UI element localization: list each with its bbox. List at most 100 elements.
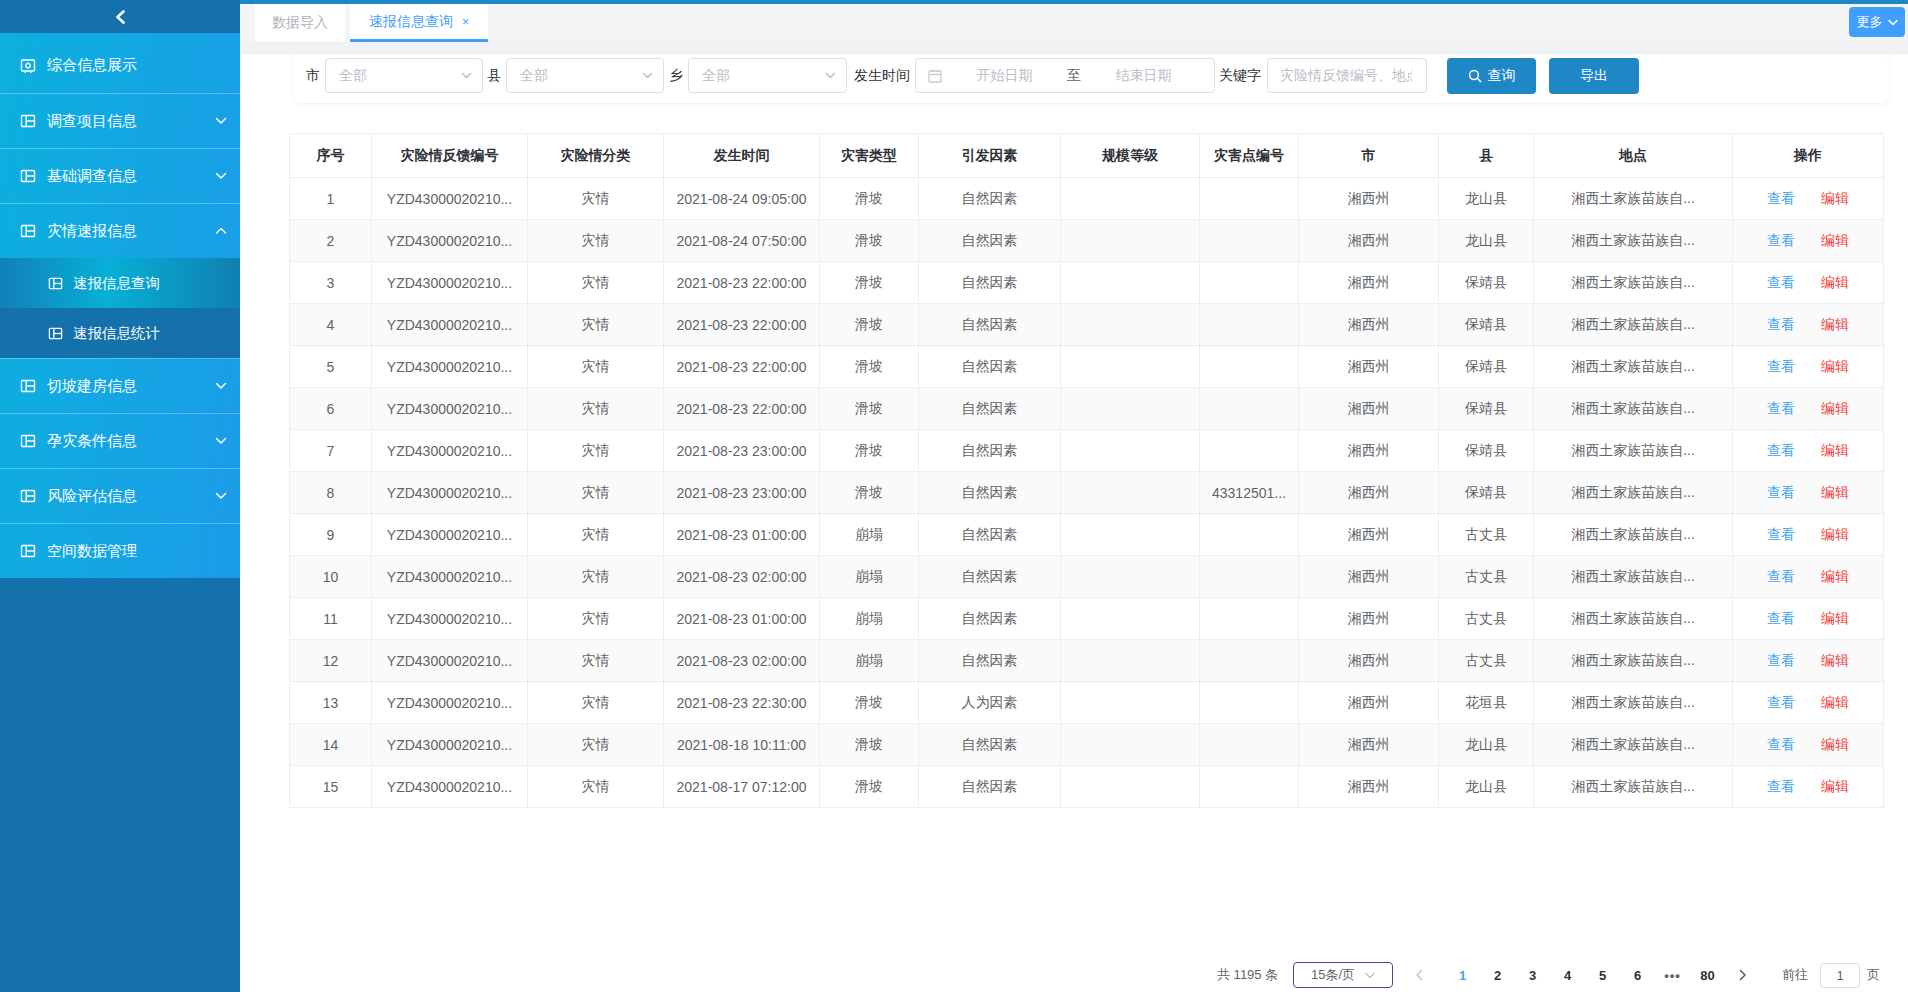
view-link[interactable]: 查看 (1767, 484, 1795, 500)
sidebar-item-5[interactable]: 切坡建房信息 (0, 358, 240, 413)
tab-close-icon[interactable]: × (462, 15, 469, 29)
page-number-1[interactable]: 1 (1445, 968, 1480, 983)
page-number-80[interactable]: 80 (1690, 968, 1725, 983)
prev-page-button[interactable] (1409, 969, 1429, 981)
county-select-value: 全部 (520, 67, 548, 85)
edit-link[interactable]: 编辑 (1821, 232, 1849, 248)
page-number-6[interactable]: 6 (1620, 968, 1655, 983)
chevron-left-icon (1415, 969, 1423, 981)
view-link[interactable]: 查看 (1767, 442, 1795, 458)
table-cell: 滑坡 (820, 724, 919, 766)
table-cell: 湘西土家族苗族自... (1534, 640, 1733, 682)
edit-link[interactable]: 编辑 (1821, 610, 1849, 626)
table-cell: YZD43000020210... (372, 766, 528, 808)
sidebar-subitem-2[interactable]: 速报信息统计 (0, 308, 240, 358)
view-link[interactable]: 查看 (1767, 652, 1795, 668)
column-header: 发生时间 (664, 134, 820, 178)
table-cell: 崩塌 (820, 514, 919, 556)
page-number-5[interactable]: 5 (1585, 968, 1620, 983)
table-cell: 2021-08-23 01:00:00 (664, 598, 820, 640)
view-link[interactable]: 查看 (1767, 400, 1795, 416)
sidebar-item-8[interactable]: 空间数据管理 (0, 523, 240, 578)
sidebar-item-2[interactable]: 调查项目信息 (0, 93, 240, 148)
edit-link[interactable]: 编辑 (1821, 526, 1849, 542)
next-page-button[interactable] (1725, 969, 1760, 981)
page-number-...[interactable]: ••• (1655, 968, 1690, 983)
view-link[interactable]: 查看 (1767, 190, 1795, 206)
edit-link[interactable]: 编辑 (1821, 484, 1849, 500)
table-cell: 自然因素 (919, 598, 1061, 640)
chevron-left-icon (114, 9, 127, 25)
table-cell: 2021-08-23 22:00:00 (664, 388, 820, 430)
page-size-select[interactable]: 15条/页 (1293, 962, 1393, 988)
sidebar: 综合信息展示调查项目信息基础调查信息灾情速报信息速报信息查询速报信息统计切坡建房… (0, 0, 240, 992)
view-link[interactable]: 查看 (1767, 316, 1795, 332)
more-button[interactable]: 更多 (1849, 7, 1905, 37)
edit-link[interactable]: 编辑 (1821, 694, 1849, 710)
table-cell: 2021-08-23 23:00:00 (664, 472, 820, 514)
sidebar-collapse-button[interactable] (0, 0, 240, 33)
table-cell: 湘西州 (1299, 430, 1439, 472)
table-cell: YZD43000020210... (372, 346, 528, 388)
county-select[interactable]: 全部 (506, 58, 664, 93)
table-cell (1200, 388, 1299, 430)
main-content: 数据导入 速报信息查询 × 更多 市 全部 县 全部 乡 全部 (240, 0, 1908, 992)
start-date-input[interactable]: 开始日期 (942, 67, 1067, 85)
edit-link[interactable]: 编辑 (1821, 778, 1849, 794)
table-cell (1200, 724, 1299, 766)
table-cell: 自然因素 (919, 724, 1061, 766)
edit-link[interactable]: 编辑 (1821, 358, 1849, 374)
edit-link[interactable]: 编辑 (1821, 274, 1849, 290)
table-cell: 自然因素 (919, 262, 1061, 304)
sidebar-item-label: 空间数据管理 (47, 542, 137, 561)
date-range-picker[interactable]: 开始日期 至 结束日期 (915, 58, 1215, 93)
view-link[interactable]: 查看 (1767, 778, 1795, 794)
table-cell-ops: 查看 编辑 (1733, 514, 1884, 556)
town-select[interactable]: 全部 (688, 58, 847, 93)
page-number-4[interactable]: 4 (1550, 968, 1585, 983)
page-number-2[interactable]: 2 (1480, 968, 1515, 983)
sidebar-item-6[interactable]: 孕灾条件信息 (0, 413, 240, 468)
edit-link[interactable]: 编辑 (1821, 190, 1849, 206)
city-select-value: 全部 (339, 67, 367, 85)
export-button[interactable]: 导出 (1549, 58, 1639, 94)
tab-report-query[interactable]: 速报信息查询 × (350, 4, 488, 42)
page-number-3[interactable]: 3 (1515, 968, 1550, 983)
edit-link[interactable]: 编辑 (1821, 652, 1849, 668)
end-date-input[interactable]: 结束日期 (1081, 67, 1206, 85)
grid-icon (20, 543, 36, 559)
sidebar-item-4[interactable]: 灾情速报信息 (0, 203, 240, 258)
table-row: 1YZD43000020210...灾情2021-08-24 09:05:00滑… (290, 178, 1884, 220)
table-cell: 11 (290, 598, 372, 640)
edit-link[interactable]: 编辑 (1821, 736, 1849, 752)
edit-link[interactable]: 编辑 (1821, 400, 1849, 416)
sidebar-item-3[interactable]: 基础调查信息 (0, 148, 240, 203)
sidebar-item-1[interactable]: 综合信息展示 (0, 38, 240, 93)
view-link[interactable]: 查看 (1767, 358, 1795, 374)
table-cell: 灾情 (528, 598, 664, 640)
edit-link[interactable]: 编辑 (1821, 316, 1849, 332)
tab-data-import[interactable]: 数据导入 (255, 4, 345, 42)
sidebar-subitem-1[interactable]: 速报信息查询 (0, 258, 240, 308)
view-link[interactable]: 查看 (1767, 736, 1795, 752)
edit-link[interactable]: 编辑 (1821, 442, 1849, 458)
city-select[interactable]: 全部 (325, 58, 483, 93)
goto-page-input[interactable]: 1 (1820, 963, 1860, 988)
view-link[interactable]: 查看 (1767, 274, 1795, 290)
table-cell-ops: 查看 编辑 (1733, 472, 1884, 514)
view-link[interactable]: 查看 (1767, 232, 1795, 248)
keyword-input[interactable]: 灾险情反馈编号、地点 (1267, 58, 1427, 93)
view-link[interactable]: 查看 (1767, 526, 1795, 542)
sidebar-item-7[interactable]: 风险评估信息 (0, 468, 240, 523)
table-cell: 崩塌 (820, 598, 919, 640)
view-link[interactable]: 查看 (1767, 694, 1795, 710)
edit-link[interactable]: 编辑 (1821, 568, 1849, 584)
grid-icon (20, 168, 36, 184)
chevron-down-icon (215, 435, 227, 447)
table-cell-ops: 查看 编辑 (1733, 220, 1884, 262)
view-link[interactable]: 查看 (1767, 568, 1795, 584)
view-link[interactable]: 查看 (1767, 610, 1795, 626)
table-cell: 龙山县 (1439, 220, 1534, 262)
table-cell: YZD43000020210... (372, 472, 528, 514)
search-button[interactable]: 查询 (1447, 58, 1536, 94)
